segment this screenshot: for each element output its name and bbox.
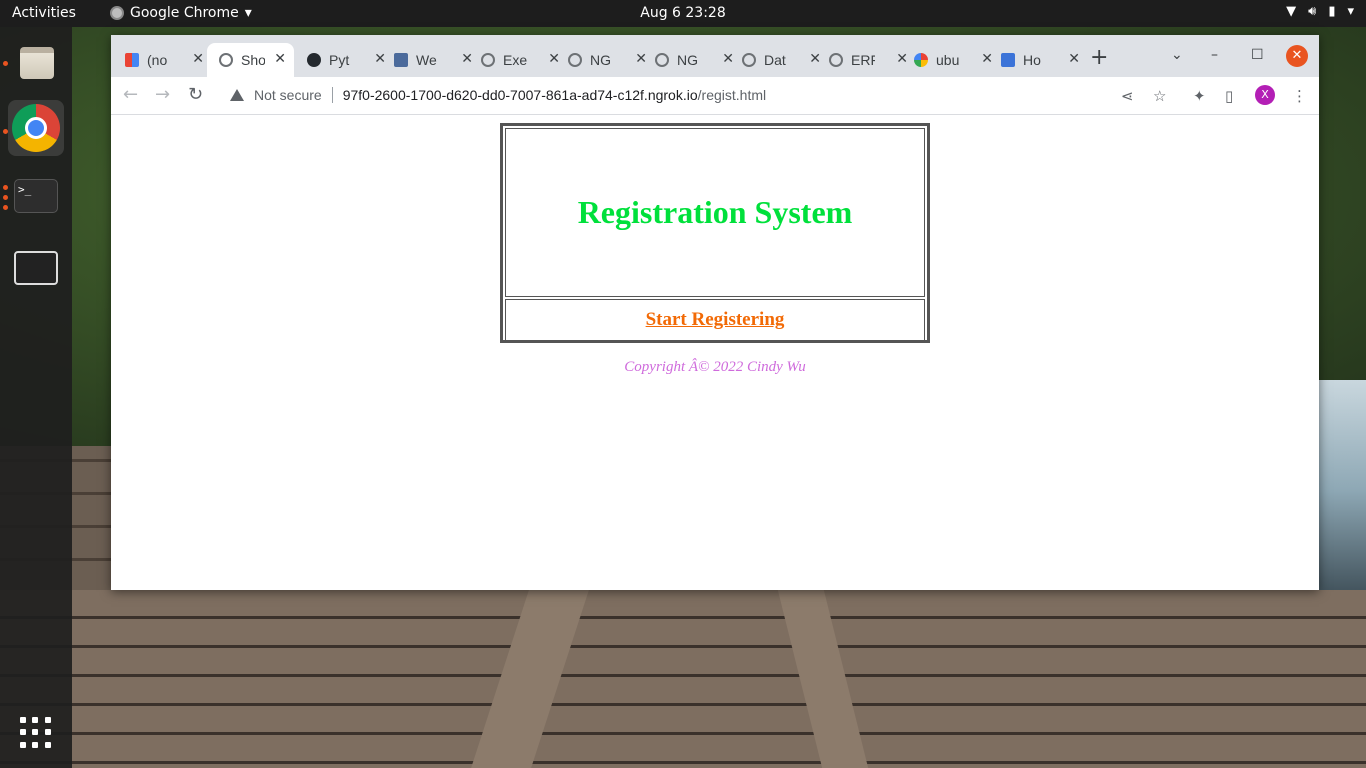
tab-label: Dat [764, 52, 786, 68]
tab-label: NG [677, 52, 698, 68]
close-icon[interactable]: ✕ [896, 50, 908, 67]
globe-icon [742, 53, 756, 67]
tab[interactable]: NG ✕ [568, 43, 655, 77]
tab[interactable]: We ✕ [394, 43, 481, 77]
terminal-icon: >_ [14, 179, 58, 213]
tab-strip: (no ✕ Sho ✕ Pyt ✕ We ✕ Exe ✕ NG ✕ NG ✕ D… [111, 35, 1319, 77]
close-icon[interactable]: ✕ [374, 50, 386, 67]
close-icon[interactable]: ✕ [461, 50, 473, 67]
profile-avatar[interactable]: X [1255, 85, 1275, 105]
dock: >_ [0, 27, 72, 768]
close-icon[interactable]: ✕ [192, 50, 204, 67]
address-bar[interactable]: Not secure 97f0-2600-1700-d620-dd0-7007-… [218, 81, 1218, 109]
share-icon[interactable]: ⋖ [1121, 87, 1134, 105]
system-monitor-icon [14, 251, 58, 285]
google-icon [914, 53, 928, 67]
tab[interactable]: (no ✕ [125, 43, 212, 77]
volume-icon: 🔊︎ [1308, 4, 1317, 19]
reload-button[interactable]: ↻ [188, 85, 203, 105]
tab-label: NG [590, 52, 611, 68]
minimize-button[interactable]: – [1211, 47, 1218, 63]
dock-system-monitor[interactable] [8, 241, 64, 297]
gmail-icon [125, 53, 139, 67]
maximize-button[interactable]: ☐ [1251, 47, 1264, 63]
close-icon[interactable]: ✕ [809, 50, 821, 67]
chrome-icon [12, 104, 60, 152]
close-window-button[interactable]: ✕ [1286, 45, 1308, 67]
tab-label: We [416, 52, 437, 68]
tab[interactable]: ubu ✕ [914, 43, 1001, 77]
battery-icon: ▮ [1328, 4, 1336, 19]
copyright-text: Copyright Â© 2022 Cindy Wu [624, 359, 806, 375]
github-icon [307, 53, 321, 67]
browser-toolbar: ← → ↻ Not secure 97f0-2600-1700-d620-dd0… [111, 77, 1319, 115]
wifi-icon: ▼ [1286, 4, 1297, 19]
dock-terminal[interactable]: >_ [8, 169, 64, 225]
tab-label: ubu [936, 52, 960, 68]
extensions-icon[interactable]: ✦ [1193, 87, 1206, 105]
files-icon [20, 47, 54, 79]
tab[interactable]: Pyt ✕ [307, 43, 394, 77]
chevron-down-icon: ▾ [244, 5, 252, 21]
title-cell: Registration System [505, 128, 925, 297]
tab-label: Ho [1023, 52, 1041, 68]
tab[interactable]: Dat ✕ [742, 43, 829, 77]
system-tray[interactable]: ▼ 🔊︎ ▮ ▾ [1286, 4, 1354, 19]
tab-label: Exe [503, 52, 527, 68]
show-applications-icon[interactable] [20, 717, 52, 749]
close-icon[interactable]: ✕ [548, 50, 560, 67]
tab[interactable]: Ho ✕ [1001, 43, 1088, 77]
bookmark-star-icon[interactable]: ☆ [1153, 87, 1166, 105]
tab[interactable]: ERF ✕ [829, 43, 916, 77]
leetcode-icon [1001, 53, 1015, 67]
site-icon [394, 53, 408, 67]
close-icon[interactable]: ✕ [722, 50, 734, 67]
close-icon[interactable]: ✕ [1068, 50, 1080, 67]
dock-files[interactable] [8, 35, 64, 91]
chevron-down-icon: ▾ [1347, 4, 1354, 19]
tab-active[interactable]: Sho ✕ [207, 43, 294, 77]
link-cell: Start Registering [505, 299, 925, 341]
system-top-bar: Activities Google Chrome ▾ Aug 6 23:28 ▼… [0, 0, 1366, 27]
new-tab-button[interactable]: + [1090, 47, 1108, 69]
globe-icon [829, 53, 843, 67]
app-menu[interactable]: Google Chrome ▾ [110, 5, 252, 21]
omnibox-divider [331, 87, 333, 103]
close-icon[interactable]: ✕ [981, 50, 993, 67]
start-registering-link[interactable]: Start Registering [646, 309, 785, 331]
forward-button[interactable]: → [155, 85, 170, 105]
globe-icon [219, 53, 233, 67]
close-icon[interactable]: ✕ [635, 50, 647, 67]
tab[interactable]: NG ✕ [655, 43, 742, 77]
side-panel-icon[interactable]: ▯ [1225, 87, 1233, 105]
url-path: /regist.html [697, 87, 767, 103]
tab[interactable]: Exe ✕ [481, 43, 568, 77]
tab-label: Pyt [329, 52, 350, 68]
dock-chrome[interactable] [8, 100, 64, 156]
globe-icon [655, 53, 669, 67]
chrome-window: (no ✕ Sho ✕ Pyt ✕ We ✕ Exe ✕ NG ✕ NG ✕ D… [111, 35, 1319, 590]
tab-label: Sho [241, 52, 265, 68]
registration-table: Registration System Start Registering [500, 123, 930, 343]
tab-search-chevron-icon[interactable]: ⌄ [1171, 47, 1183, 63]
menu-kebab-icon[interactable]: ⋮ [1292, 87, 1307, 105]
wallpaper-bridge-deck [0, 590, 1366, 768]
app-name: Google Chrome [130, 5, 239, 21]
tab-label: ERF [851, 52, 875, 68]
chrome-icon [110, 6, 124, 20]
page-title: Registration System [577, 194, 853, 230]
page-content: Registration System Start Registering Co… [111, 115, 1319, 590]
url-host: 97f0-2600-1700-d620-dd0-7007-861a-ad74-c… [342, 87, 698, 103]
globe-icon [568, 53, 582, 67]
activities-button[interactable]: Activities [12, 5, 76, 21]
tab-label: (no [147, 52, 168, 68]
globe-icon [481, 53, 495, 67]
warning-icon [230, 89, 244, 101]
security-indicator[interactable]: Not secure [254, 87, 322, 103]
close-icon[interactable]: ✕ [274, 50, 286, 67]
back-button[interactable]: ← [123, 85, 138, 105]
